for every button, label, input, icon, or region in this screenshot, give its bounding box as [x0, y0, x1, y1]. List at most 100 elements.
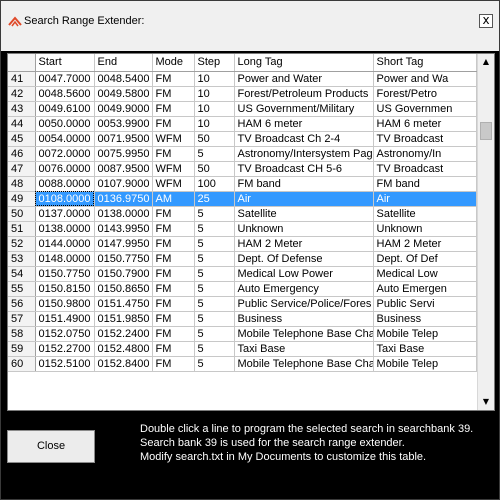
cell-mode: FM — [152, 206, 195, 222]
cell-end: 0151.4750 — [94, 296, 153, 312]
cell-mode: FM — [152, 71, 195, 87]
table-row[interactable]: 50 0137.0000 0138.0000 FM 5 Satellite Satellit… — [8, 206, 477, 222]
cell-mode: WFM — [152, 176, 195, 192]
close-window-icon[interactable]: x — [479, 14, 493, 28]
cell-rownum: 48 — [8, 176, 36, 192]
cell-rownum: 54 — [8, 266, 36, 282]
table-row[interactable]: 59 0152.2700 0152.4800 FM 5 Taxi Base Taxi Bas… — [8, 341, 477, 357]
cell-start: 0049.6100 — [35, 101, 95, 117]
table-row[interactable]: 60 0152.5100 0152.8400 FM 5 Mobile Telephone … — [8, 356, 477, 372]
cell-long-tag: Forest/Petroleum Products — [234, 86, 374, 102]
column-header-start[interactable]: Start — [35, 54, 95, 72]
cell-end: 0147.9950 — [94, 236, 153, 252]
range-grid: Start End Mode Step Long Tag Short Tag 4… — [8, 54, 477, 372]
table-row[interactable]: 42 0048.5600 0049.5800 FM 10 Forest/Petroleum… — [8, 86, 477, 102]
table-row[interactable]: 58 0152.0750 0152.2400 FM 5 Mobile Telephone … — [8, 326, 477, 342]
cell-short-tag: Mobile Telep — [373, 356, 477, 372]
cell-short-tag: Mobile Telep — [373, 326, 477, 342]
cell-step: 5 — [194, 311, 235, 327]
table-row[interactable]: 54 0150.7750 0150.7900 FM 5 Medical Low Power… — [8, 266, 477, 282]
column-header-step[interactable]: Step — [194, 54, 235, 72]
cell-rownum: 53 — [8, 251, 36, 267]
cell-start: 0050.0000 — [35, 116, 95, 132]
info-text: Double click a line to program the selec… — [140, 422, 496, 464]
cell-rownum: 52 — [8, 236, 36, 252]
table-row[interactable]: 41 0047.7000 0048.5400 FM 10 Power and Water P… — [8, 71, 477, 87]
table-row[interactable]: 55 0150.8150 0150.8650 FM 5 Auto Emergency Aut… — [8, 281, 477, 297]
table-row[interactable]: 44 0050.0000 0053.9900 FM 10 HAM 6 meter HAM 6… — [8, 116, 477, 132]
cell-mode: FM — [152, 311, 195, 327]
column-header-mode[interactable]: Mode — [152, 54, 195, 72]
cell-long-tag: Mobile Telephone Base Cha — [234, 356, 374, 372]
table-row[interactable]: 46 0072.0000 0075.9950 FM 5 Astronomy/Intersy… — [8, 146, 477, 162]
column-header-long-tag[interactable]: Long Tag — [234, 54, 374, 72]
cell-mode: FM — [152, 101, 195, 117]
cell-rownum: 55 — [8, 281, 36, 297]
cell-step: 5 — [194, 236, 235, 252]
cell-mode: FM — [152, 341, 195, 357]
cell-step: 5 — [194, 266, 235, 282]
cell-start: 0088.0000 — [35, 176, 95, 192]
cell-short-tag: Unknown — [373, 221, 477, 237]
table-row[interactable]: 57 0151.4900 0151.9850 FM 5 Business Business — [8, 311, 477, 327]
vertical-scrollbar[interactable]: ▲ ▼ — [477, 54, 494, 410]
cell-start: 0047.7000 — [35, 71, 95, 87]
column-header-short-tag[interactable]: Short Tag — [373, 54, 477, 72]
cell-step: 10 — [194, 86, 235, 102]
cell-short-tag: Satellite — [373, 206, 477, 222]
cell-rownum: 56 — [8, 296, 36, 312]
cell-step: 5 — [194, 146, 235, 162]
cell-rownum: 57 — [8, 311, 36, 327]
cell-rownum: 47 — [8, 161, 36, 177]
cell-long-tag: TV Broadcast CH 5-6 — [234, 161, 374, 177]
cell-rownum: 45 — [8, 131, 36, 147]
table-row[interactable]: 56 0150.9800 0151.4750 FM 5 Public Service/Po… — [8, 296, 477, 312]
scrollbar-thumb[interactable] — [480, 122, 492, 141]
cell-mode: FM — [152, 146, 195, 162]
table-row[interactable]: 49 0108.0000 0136.9750 AM 25 Air Air — [8, 191, 477, 207]
cell-long-tag: Auto Emergency — [234, 281, 374, 297]
cell-start: 0150.8150 — [35, 281, 95, 297]
cell-mode: WFM — [152, 131, 195, 147]
cell-end: 0049.9000 — [94, 101, 153, 117]
column-header-end[interactable]: End — [94, 54, 153, 72]
cell-long-tag: Mobile Telephone Base Cha — [234, 326, 374, 342]
cell-step: 5 — [194, 326, 235, 342]
cell-mode: FM — [152, 281, 195, 297]
table-row[interactable]: 43 0049.6100 0049.9000 FM 10 US Government/Mi… — [8, 101, 477, 117]
table-row[interactable]: 47 0076.0000 0087.9500 WFM 50 TV Broadcast CH… — [8, 161, 477, 177]
cell-end: 0048.5400 — [94, 71, 153, 87]
cell-rownum: 59 — [8, 341, 36, 357]
cell-step: 5 — [194, 356, 235, 372]
cell-start: 0150.7750 — [35, 266, 95, 282]
table-row[interactable]: 51 0138.0000 0143.9950 FM 5 Unknown Unknown — [8, 221, 477, 237]
cell-short-tag: Auto Emergen — [373, 281, 477, 297]
cell-short-tag: TV Broadcast — [373, 131, 477, 147]
cell-step: 5 — [194, 296, 235, 312]
cell-mode: FM — [152, 116, 195, 132]
cell-step: 5 — [194, 341, 235, 357]
table-row[interactable]: 53 0148.0000 0150.7750 FM 5 Dept. Of Defense D… — [8, 251, 477, 267]
table-row[interactable]: 52 0144.0000 0147.9950 FM 5 HAM 2 Meter HAM 2 … — [8, 236, 477, 252]
cell-end: 0107.9000 — [94, 176, 153, 192]
cell-start: 0048.5600 — [35, 86, 95, 102]
cell-start: 0152.5100 — [35, 356, 95, 372]
search-range-table: Start End Mode Step Long Tag Short Tag 4… — [7, 53, 495, 411]
scroll-up-icon[interactable]: ▲ — [478, 54, 494, 70]
cell-long-tag: Power and Water — [234, 71, 374, 87]
title-bar[interactable]: Search Range Extender: x — [1, 1, 499, 51]
column-header-rownum — [8, 54, 36, 72]
cell-start: 0137.0000 — [35, 206, 95, 222]
scroll-down-icon[interactable]: ▼ — [478, 394, 494, 410]
cell-rownum: 44 — [8, 116, 36, 132]
table-row[interactable]: 48 0088.0000 0107.9000 WFM 100 FM band FM band — [8, 176, 477, 192]
cell-start: 0152.2700 — [35, 341, 95, 357]
cell-step: 50 — [194, 131, 235, 147]
cell-step: 5 — [194, 251, 235, 267]
cell-mode: FM — [152, 296, 195, 312]
cell-end: 0071.9500 — [94, 131, 153, 147]
table-row[interactable]: 45 0054.0000 0071.9500 WFM 50 TV Broadcast Ch… — [8, 131, 477, 147]
cell-short-tag: HAM 2 Meter — [373, 236, 477, 252]
cell-long-tag: Air — [234, 191, 374, 207]
close-button[interactable]: Close — [7, 430, 95, 463]
